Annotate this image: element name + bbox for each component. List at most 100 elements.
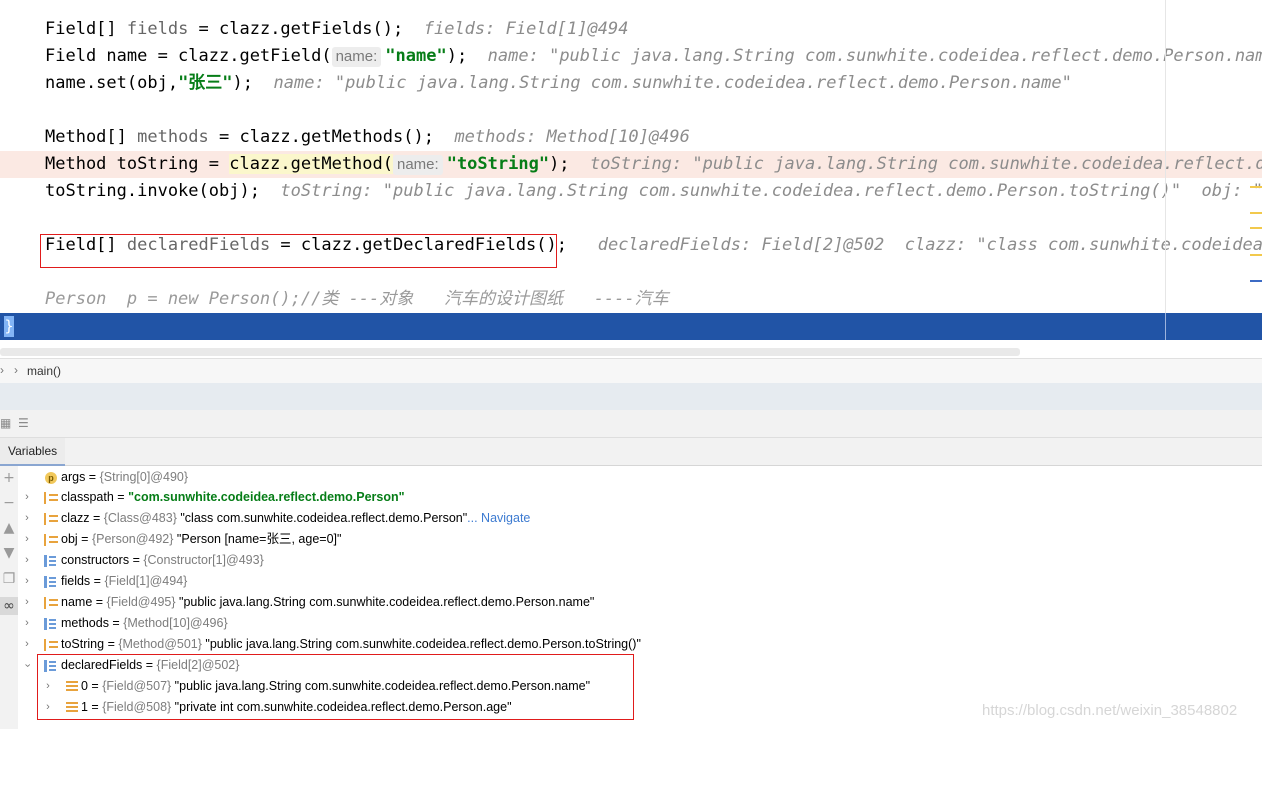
remove-icon[interactable]: − bbox=[0, 494, 18, 512]
variable-type: {String[0]@490} bbox=[99, 470, 189, 484]
code-line[interactable]: name.set(obj,"张三"); name: "public java.l… bbox=[0, 70, 1262, 97]
variable-row-clazz[interactable]: › clazz = {Class@483} "class com.sunwhit… bbox=[18, 508, 1262, 529]
error-stripe-marker[interactable] bbox=[1250, 227, 1262, 229]
variable-row-obj[interactable]: › obj = {Person@492} "Person [name=张三, a… bbox=[18, 529, 1262, 550]
code-comment: Person p = new Person();//类 ---对象 汽车的设计图… bbox=[45, 289, 669, 309]
inline-debug-value: name: "public java.lang.String com.sunwh… bbox=[273, 73, 1072, 93]
error-stripe-marker[interactable] bbox=[1250, 212, 1262, 214]
variable-row-methods[interactable]: › methods = {Method[10]@496} bbox=[18, 613, 1262, 634]
code-text: Method toString = bbox=[45, 154, 230, 174]
code-text: = clazz.getFields(); bbox=[188, 19, 404, 39]
variables-tree[interactable]: p args = {String[0]@490} › classpath = "… bbox=[18, 466, 1262, 729]
equals-sign: = bbox=[89, 511, 104, 525]
variable-row-classpath[interactable]: › classpath = "com.sunwhite.codeidea.ref… bbox=[18, 487, 1262, 508]
expand-arrow-icon[interactable]: › bbox=[21, 592, 33, 613]
breadcrumb: › › main() bbox=[0, 358, 1262, 384]
collapse-arrow-icon[interactable]: › bbox=[17, 660, 38, 672]
array-icon bbox=[44, 618, 56, 630]
field-icon bbox=[44, 534, 58, 546]
error-stripe-marker[interactable] bbox=[1250, 186, 1262, 188]
code-text: ); bbox=[549, 154, 570, 174]
variable-row-constructors[interactable]: › constructors = {Constructor[1]@493} bbox=[18, 550, 1262, 571]
copy-icon[interactable]: ❐ bbox=[0, 570, 18, 588]
parameter-hint: name: bbox=[393, 155, 443, 175]
string-literal: "name" bbox=[385, 46, 447, 66]
variable-type: {Constructor[1]@493} bbox=[143, 553, 264, 567]
code-line[interactable]: toString.invoke(obj); toString: "public … bbox=[0, 178, 1262, 205]
error-stripe-marker[interactable] bbox=[1250, 280, 1262, 282]
threads-icon[interactable]: ☰ bbox=[18, 416, 32, 430]
expand-arrow-icon[interactable]: › bbox=[21, 529, 33, 550]
variable-type: {Method[10]@496} bbox=[123, 616, 228, 630]
equals-sign: = bbox=[90, 574, 105, 588]
variable-row-tostring[interactable]: › toString = {Method@501} "public java.l… bbox=[18, 634, 1262, 655]
code-line[interactable]: Field[] fields = clazz.getFields(); fiel… bbox=[0, 16, 1262, 43]
variable-row-name[interactable]: › name = {Field@495} "public java.lang.S… bbox=[18, 592, 1262, 613]
array-icon bbox=[44, 555, 56, 567]
error-stripe-marker[interactable] bbox=[1250, 254, 1262, 256]
navigate-link[interactable]: ... Navigate bbox=[467, 511, 530, 525]
string-literal: "toString" bbox=[446, 154, 550, 174]
array-icon bbox=[44, 576, 56, 588]
expand-arrow-icon[interactable]: › bbox=[21, 550, 33, 571]
variable-name: name bbox=[61, 595, 93, 609]
chevron-right-icon: › bbox=[14, 363, 18, 377]
string-literal: "张三" bbox=[178, 73, 233, 93]
variable-type: {Method@501} bbox=[118, 637, 202, 651]
code-line[interactable]: Field name = clazz.getField(name: "name")… bbox=[0, 43, 1262, 70]
param-icon: p bbox=[45, 472, 57, 484]
chevron-right-icon: › bbox=[0, 363, 4, 377]
code-text: ); bbox=[446, 46, 468, 66]
variable-type: {Class@483} bbox=[103, 511, 177, 525]
add-watch-icon[interactable]: + bbox=[0, 469, 18, 487]
current-execution-line[interactable]: } bbox=[0, 313, 1262, 340]
layout-icon[interactable]: ▦ bbox=[0, 416, 14, 430]
code-text: Field[] bbox=[45, 19, 127, 39]
expand-arrow-icon[interactable]: › bbox=[21, 487, 33, 508]
tab-variables[interactable]: Variables bbox=[0, 438, 66, 466]
code-line-highlighted[interactable]: Method toString = clazz.getMethod(name: "… bbox=[0, 151, 1262, 178]
field-icon bbox=[44, 597, 58, 609]
breadcrumb-item-main[interactable]: main() bbox=[27, 364, 61, 378]
variable-name: args bbox=[61, 470, 86, 484]
parameter-hint: name: bbox=[331, 47, 382, 67]
variable-name: constructors bbox=[61, 553, 130, 567]
horizontal-scrollbar[interactable] bbox=[0, 348, 1020, 356]
expand-arrow-icon[interactable]: › bbox=[21, 613, 33, 634]
debug-tabs: Variables bbox=[0, 438, 1262, 466]
variable-name: methods bbox=[137, 127, 209, 147]
inline-debug-value: fields: Field[1]@494 bbox=[423, 19, 629, 39]
move-down-icon[interactable]: ▼ bbox=[0, 544, 18, 562]
field-icon bbox=[44, 513, 58, 525]
code-text: = clazz.getMethods(); bbox=[208, 127, 434, 147]
code-text: Method[] bbox=[45, 127, 138, 147]
method-call-highlight: clazz.getMethod( bbox=[229, 154, 393, 174]
code-line[interactable]: Method[] methods = clazz.getMethods(); m… bbox=[0, 124, 1262, 151]
annotation-box bbox=[40, 234, 557, 268]
field-icon bbox=[44, 639, 58, 651]
show-watches-icon[interactable]: ∞ bbox=[0, 597, 18, 615]
code-line[interactable]: Person p = new Person();//类 ---对象 汽车的设计图… bbox=[0, 286, 1262, 313]
expand-arrow-icon[interactable]: › bbox=[21, 634, 33, 655]
right-margin-guide bbox=[1165, 0, 1166, 340]
variable-row-fields[interactable]: › fields = {Field[1]@494} bbox=[18, 571, 1262, 592]
variable-type: {Field[1]@494} bbox=[104, 574, 188, 588]
expand-arrow-icon[interactable]: › bbox=[21, 571, 33, 592]
code-text: ); bbox=[232, 73, 254, 93]
debug-toolbar: ▦ ☰ bbox=[0, 410, 1262, 438]
equals-sign: = bbox=[92, 595, 107, 609]
code-editor[interactable]: Field[] fields = clazz.getFields(); fiel… bbox=[0, 0, 1262, 358]
variable-row-args[interactable]: p args = {String[0]@490} bbox=[18, 467, 1262, 488]
variable-value: "public java.lang.String com.sunwhite.co… bbox=[201, 637, 641, 651]
move-up-icon[interactable]: ▲ bbox=[0, 519, 18, 537]
field-icon bbox=[44, 492, 58, 504]
variable-value: "Person [name=张三, age=0]" bbox=[173, 532, 342, 546]
debug-panel-header bbox=[0, 383, 1262, 410]
expand-arrow-icon[interactable]: › bbox=[21, 508, 33, 529]
variables-side-toolbar: + − ▲ ▼ ❐ ∞ bbox=[0, 466, 19, 729]
variable-type: {Person@492} bbox=[91, 532, 174, 546]
variable-name: methods bbox=[61, 616, 109, 630]
inline-debug-value: name: "public java.lang.String com.sunwh… bbox=[487, 46, 1262, 66]
closing-brace: } bbox=[4, 316, 14, 337]
inline-debug-value: methods: Method[10]@496 bbox=[454, 127, 690, 147]
